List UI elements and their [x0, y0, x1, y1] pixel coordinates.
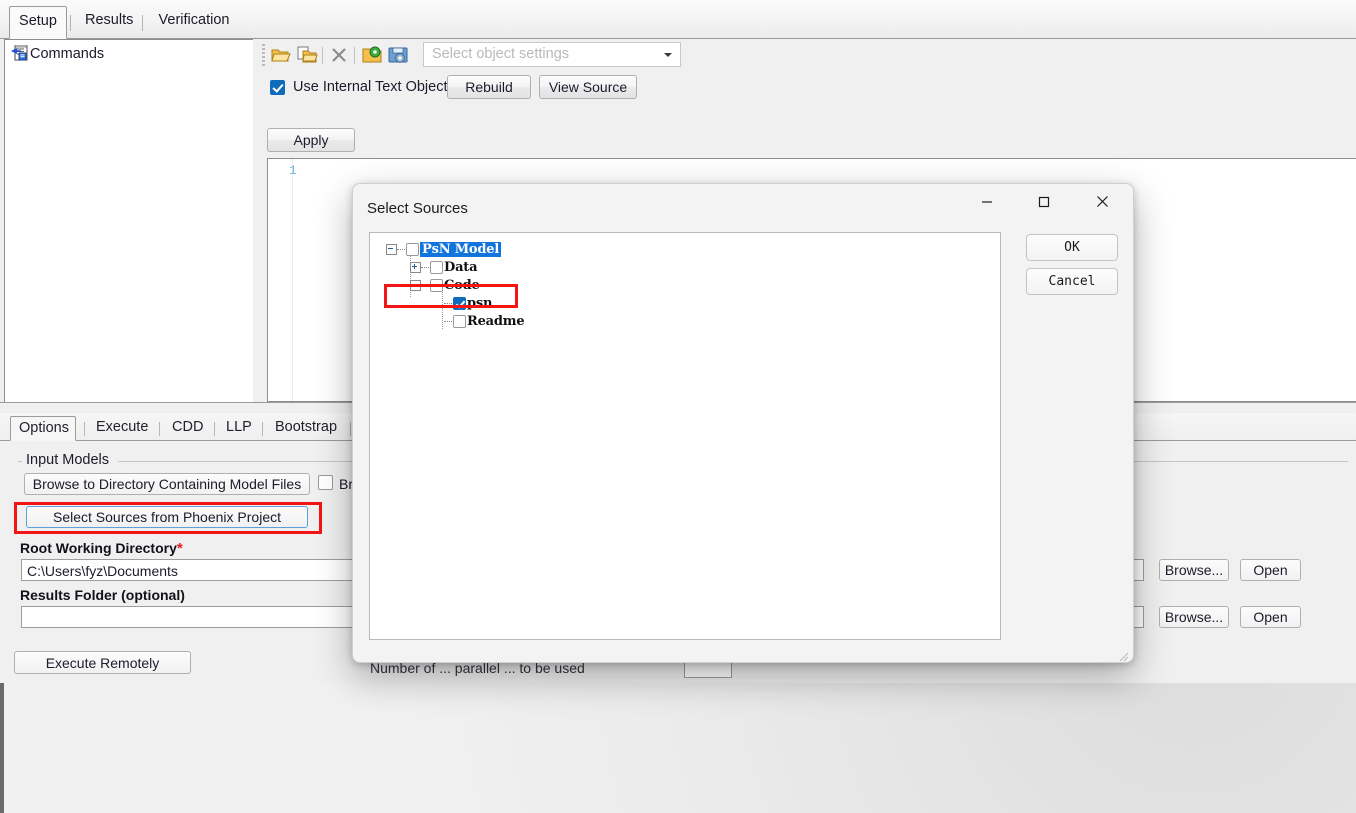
resize-grip-icon[interactable]: [1119, 649, 1129, 659]
tree-item-commands-label: Commands: [30, 46, 104, 62]
root-working-directory-label: Root Working Directory*: [20, 540, 183, 557]
tab-setup[interactable]: Setup: [9, 6, 67, 39]
sources-tree[interactable]: PsN Model Data Code psn Read: [369, 232, 1001, 640]
use-internal-text-object-checkbox[interactable]: [270, 80, 285, 95]
input-models-group-label: Input Models: [22, 452, 113, 468]
delete-x-icon[interactable]: [328, 44, 350, 66]
tab-results[interactable]: Results: [76, 7, 138, 38]
copy-folder-icon[interactable]: [296, 44, 318, 66]
cancel-button[interactable]: Cancel: [1026, 268, 1118, 295]
tree-node-psn[interactable]: psn: [434, 295, 492, 312]
select-sources-button[interactable]: Select Sources from Phoenix Project: [26, 506, 308, 528]
tree-label-readme: Readme: [467, 314, 524, 329]
ok-button[interactable]: OK: [1026, 234, 1118, 261]
maximize-icon[interactable]: [1022, 185, 1066, 218]
results-folder-label: Results Folder (optional): [20, 587, 185, 603]
top-tab-bar: Setup Results Verification: [0, 0, 1356, 39]
folder-gear-green-icon[interactable]: [361, 44, 383, 66]
tree-checkbox-code[interactable]: [430, 279, 443, 292]
minimize-icon[interactable]: [965, 185, 1009, 218]
use-internal-text-object-label: Use Internal Text Object: [293, 79, 447, 95]
browse-subdirectories-label: Br: [339, 476, 353, 492]
expand-plus-icon[interactable]: [410, 262, 421, 273]
tree-item-commands[interactable]: Commands: [11, 45, 104, 62]
tree-node-code[interactable]: Code: [410, 277, 480, 294]
results-folder-browse-button[interactable]: Browse...: [1159, 606, 1229, 628]
commands-script-icon: [11, 45, 29, 62]
tree-checkbox-psn[interactable]: [453, 297, 466, 310]
apply-button[interactable]: Apply: [267, 128, 355, 152]
root-working-directory-browse-button[interactable]: Browse...: [1159, 559, 1229, 581]
commands-tree-panel[interactable]: Commands: [4, 39, 254, 404]
dialog-title: Select Sources: [367, 200, 468, 217]
use-internal-text-object-row[interactable]: Use Internal Text Object: [270, 79, 447, 95]
tab-llp[interactable]: LLP: [218, 417, 258, 440]
root-working-directory-open-button[interactable]: Open: [1240, 559, 1301, 581]
tree-label-code: Code: [444, 278, 480, 293]
chevron-down-icon[interactable]: [664, 53, 672, 57]
execute-remotely-button[interactable]: Execute Remotely: [14, 651, 191, 674]
open-folder-icon[interactable]: [270, 44, 292, 66]
tab-cdd[interactable]: CDD: [164, 417, 208, 440]
root-working-directory-text: Root Working Directory: [20, 540, 177, 556]
collapse-minus-icon-code[interactable]: [410, 280, 421, 291]
folder-gear-blue-icon[interactable]: [387, 44, 409, 66]
object-settings-combobox[interactable]: Select object settings: [423, 42, 681, 67]
editor-line-number: 1: [289, 163, 297, 178]
object-settings-placeholder: Select object settings: [432, 46, 569, 62]
tab-bootstrap[interactable]: Bootstrap: [266, 417, 346, 440]
toolbar-grip[interactable]: [262, 44, 265, 66]
tab-execute[interactable]: Execute: [88, 417, 152, 440]
view-source-button[interactable]: View Source: [539, 75, 637, 99]
tree-label-psn: psn: [467, 296, 492, 311]
results-folder-open-button[interactable]: Open: [1240, 606, 1301, 628]
tree-node-psn-model[interactable]: PsN Model: [386, 241, 501, 258]
tab-options[interactable]: Options: [10, 416, 76, 441]
editor-gutter: [268, 159, 293, 401]
object-toolbar: Select object settings: [258, 39, 1356, 71]
tree-label-data: Data: [444, 260, 477, 275]
select-sources-dialog: Select Sources PsN Model Data: [352, 183, 1134, 663]
close-icon[interactable]: [1080, 185, 1124, 218]
tree-node-data[interactable]: Data: [410, 259, 477, 276]
collapse-minus-icon[interactable]: [386, 244, 397, 255]
required-asterisk: *: [177, 540, 183, 557]
browse-directory-button[interactable]: Browse to Directory Containing Model Fil…: [24, 473, 310, 495]
tree-node-readme[interactable]: Readme: [434, 313, 524, 330]
tree-checkbox-data[interactable]: [430, 261, 443, 274]
tab-verification[interactable]: Verification: [148, 7, 240, 38]
rebuild-button[interactable]: Rebuild: [447, 75, 531, 99]
browse-subdirectories-checkbox[interactable]: [318, 475, 333, 490]
tree-checkbox-readme[interactable]: [453, 315, 466, 328]
tree-checkbox-psn-model[interactable]: [406, 243, 419, 256]
tree-label-psn-model: PsN Model: [420, 242, 501, 257]
